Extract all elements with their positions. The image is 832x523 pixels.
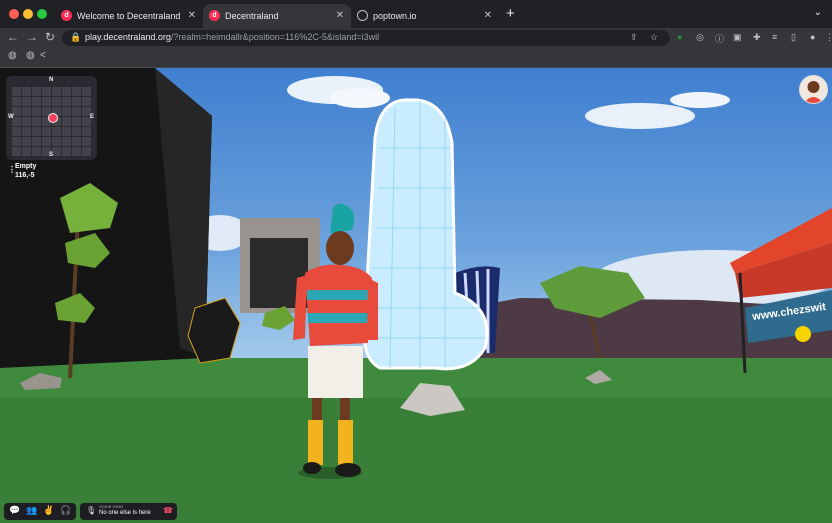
headphones-icon[interactable]: 🎧	[60, 505, 71, 516]
extension-info-icon[interactable]: ⓘ	[715, 32, 724, 45]
tab-strip: d Welcome to Decentraland ✕ d Decentrala…	[0, 0, 832, 28]
cloud	[330, 88, 390, 108]
avatar-leg	[340, 398, 350, 420]
avatar-arm	[367, 278, 378, 340]
url-text[interactable]: play.decentraland.org/?realm=heimdallr&p…	[85, 32, 379, 42]
minimap-east-label: E	[90, 114, 95, 120]
reading-list-icon[interactable]: ≡	[772, 32, 777, 42]
close-tab-icon[interactable]: ✕	[188, 4, 196, 28]
maximize-window-button[interactable]	[37, 9, 47, 19]
game-viewport[interactable]	[0, 68, 832, 523]
glowing-sculpture	[362, 98, 489, 371]
globe-icon[interactable]: ◍	[8, 50, 17, 61]
lock-icon[interactable]: 🔒	[70, 32, 81, 43]
tab-decentraland[interactable]: d Decentraland ✕	[203, 4, 351, 28]
tab-title: poptown.io	[373, 11, 417, 21]
avatar-shoe	[335, 463, 361, 477]
star-icon[interactable]: ☆	[650, 32, 658, 43]
avatar-shorts	[308, 346, 363, 398]
extension-wallet-icon[interactable]: ▣	[733, 32, 742, 43]
location-name: Empty	[15, 163, 37, 170]
tab-title: Welcome to Decentraland	[77, 11, 181, 21]
location-info: ⋮ Empty 116,-5	[8, 162, 36, 180]
sidebar-icon[interactable]: ▯	[791, 32, 796, 43]
avatar-shirt	[305, 264, 372, 346]
share-icon[interactable]: ⇧	[630, 32, 638, 43]
extension-green-icon[interactable]: ●	[677, 32, 682, 42]
voice-chat-status: No one else is here	[99, 510, 151, 516]
avatar-hair	[330, 203, 354, 233]
chevron-left-icon[interactable]: <	[40, 50, 46, 61]
tab-title: Decentraland	[225, 11, 279, 21]
chat-icon[interactable]: 💬	[9, 505, 20, 516]
profile-avatar-button[interactable]	[799, 75, 828, 104]
extension-icon[interactable]: ◎	[696, 32, 704, 43]
globe-icon[interactable]: ◍	[26, 50, 35, 61]
close-tab-icon[interactable]: ✕	[484, 4, 492, 28]
decentraland-favicon-icon: d	[61, 10, 72, 21]
forward-icon[interactable]: →	[26, 30, 38, 44]
reload-icon[interactable]: ↻	[45, 30, 55, 44]
new-tab-button[interactable]: +	[506, 5, 515, 22]
location-coords: 116,-5	[15, 172, 35, 179]
minimap-west-label: W	[8, 114, 14, 120]
voice-chat-panel[interactable]: 🎙 VOICE CHAT No one else is here ☎	[80, 503, 177, 520]
game-bottom-toolbar: 💬 👥 ✌ 🎧	[4, 503, 76, 520]
friends-icon[interactable]: 👥	[26, 505, 37, 516]
leave-voice-icon[interactable]: ☎	[163, 506, 173, 515]
tab-search-icon[interactable]: ⌄	[814, 7, 822, 18]
cloud	[670, 92, 730, 108]
avatar-head	[326, 231, 354, 265]
menu-icon[interactable]: ⋮	[825, 32, 832, 43]
avatar-shoe	[303, 462, 321, 474]
cloud	[585, 103, 695, 129]
profile-icon[interactable]: ●	[810, 32, 815, 42]
tab-welcome[interactable]: d Welcome to Decentraland ✕	[55, 4, 203, 28]
hex-structure	[187, 297, 241, 364]
close-window-button[interactable]	[9, 9, 19, 19]
avatar-face-icon	[804, 81, 823, 103]
decentraland-favicon-icon: d	[209, 10, 220, 21]
minimap-south-label: S	[49, 152, 54, 158]
microphone-icon[interactable]: 🎙	[86, 506, 96, 515]
address-bar[interactable]: 🔒 play.decentraland.org/?realm=heimdallr…	[62, 30, 670, 46]
tab-poptown[interactable]: poptown.io ✕	[351, 4, 499, 28]
voice-chat-label: VOICE CHAT	[99, 504, 124, 509]
extensions-icon[interactable]: ✚	[753, 32, 761, 43]
more-options-icon[interactable]: ⋮	[8, 165, 16, 174]
minimap-north-label: N	[49, 77, 54, 83]
back-icon[interactable]: ←	[7, 30, 19, 44]
browser-toolbar: ← → ↻ 🔒 play.decentraland.org/?realm=hei…	[0, 28, 832, 48]
avatar-leg	[312, 398, 322, 420]
minimize-window-button[interactable]	[23, 9, 33, 19]
minimap[interactable]: N W E S	[6, 76, 97, 160]
emote-icon[interactable]: ✌	[43, 505, 54, 516]
avatar-sock	[338, 420, 353, 465]
player-position-marker	[48, 113, 58, 123]
yellow-sign	[795, 326, 811, 342]
close-tab-icon[interactable]: ✕	[336, 4, 344, 28]
bookmarks-bar: ◍ ◍ <	[0, 48, 832, 68]
globe-icon	[357, 10, 368, 21]
avatar-sock	[308, 420, 323, 465]
scene-graphic	[0, 68, 832, 523]
